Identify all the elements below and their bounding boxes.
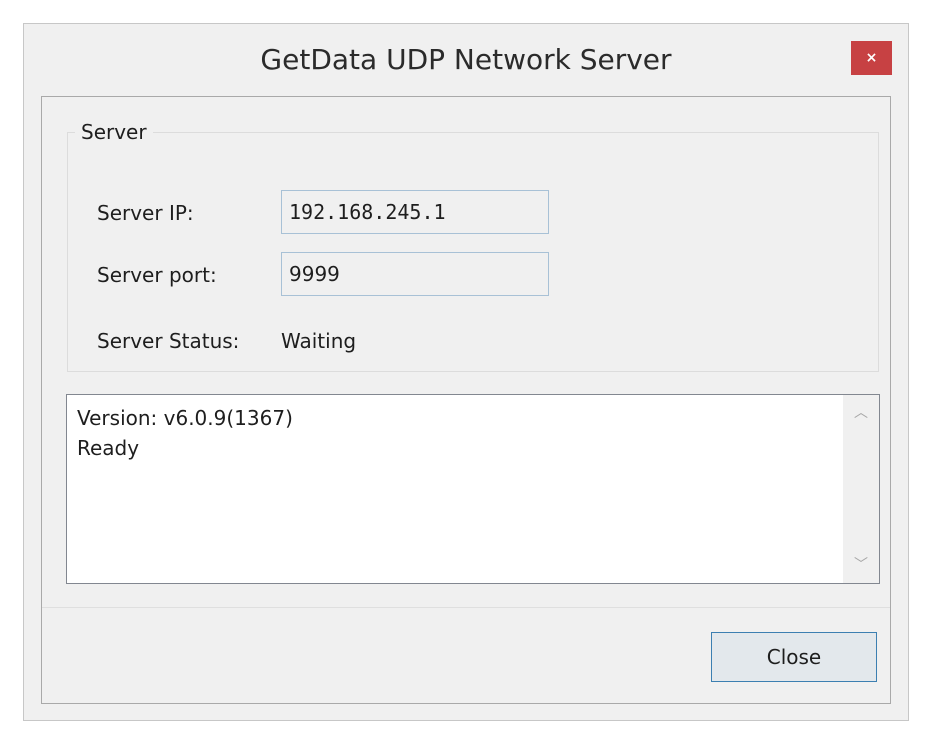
log-text: Version: v6.0.9(1367) Ready <box>77 403 837 463</box>
title-bar[interactable]: GetData UDP Network Server × <box>24 24 908 96</box>
close-button[interactable]: Close <box>711 632 877 682</box>
server-port-field[interactable]: 9999 <box>281 252 549 296</box>
server-ip-label: Server IP: <box>97 201 194 225</box>
server-status-value: Waiting <box>281 329 357 353</box>
close-icon[interactable]: × <box>851 41 892 75</box>
log-scrollbar[interactable]: ︿ ﹀ <box>843 395 879 583</box>
server-port-label: Server port: <box>97 263 217 287</box>
server-ip-field[interactable]: 192.168.245.1 <box>281 190 549 234</box>
dialog-footer: Close <box>42 608 890 703</box>
log-line-version: Version: v6.0.9(1367) <box>77 406 293 430</box>
server-status-label: Server Status: <box>97 329 240 353</box>
dialog-content: Server Server IP: 192.168.245.1 Server p… <box>41 96 891 704</box>
server-group-legend: Server <box>75 119 153 145</box>
dialog-window: GetData UDP Network Server × Server Serv… <box>23 23 909 721</box>
log-line-status: Ready <box>77 436 140 460</box>
window-title: GetData UDP Network Server <box>260 43 672 76</box>
log-textbox[interactable]: Version: v6.0.9(1367) Ready ︿ ﹀ <box>66 394 880 584</box>
scroll-up-icon[interactable]: ︿ <box>843 395 879 431</box>
scroll-down-icon[interactable]: ﹀ <box>843 547 879 583</box>
